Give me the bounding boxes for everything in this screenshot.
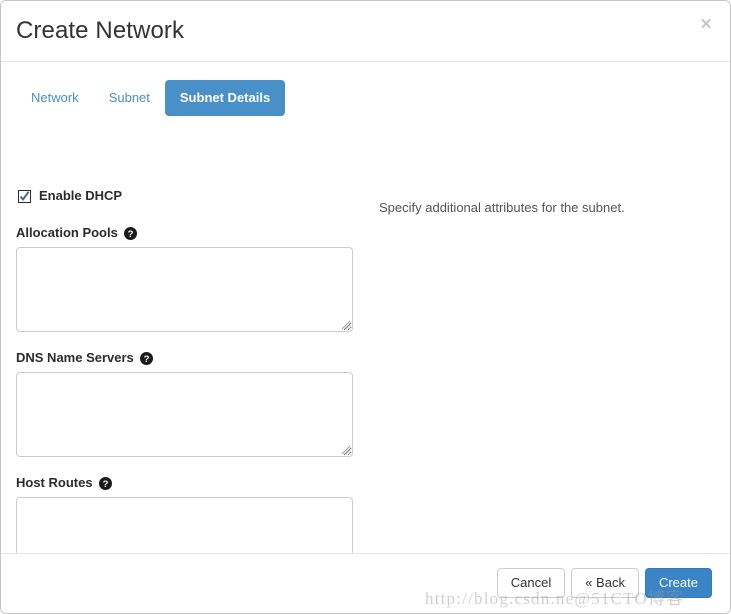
allocation-pools-label: Allocation Pools xyxy=(16,225,118,240)
footer-button-group: Cancel « Back Create xyxy=(496,568,712,598)
allocation-pools-input[interactable] xyxy=(16,247,353,332)
help-panel: Specify additional attributes for the su… xyxy=(379,199,709,217)
back-button[interactable]: « Back xyxy=(571,568,639,598)
create-button[interactable]: Create xyxy=(644,568,712,598)
cancel-button[interactable]: Cancel xyxy=(496,568,566,598)
dns-name-servers-input[interactable] xyxy=(16,372,353,457)
create-network-dialog: Create Network × Network Subnet Subnet D… xyxy=(0,0,731,614)
svg-text:?: ? xyxy=(143,354,149,365)
wizard-tabs: Network Subnet Subnet Details xyxy=(16,80,286,116)
help-panel-text: Specify additional attributes for the su… xyxy=(379,200,625,215)
dialog-body: Network Subnet Subnet Details Enable DHC… xyxy=(1,62,730,582)
allocation-pools-label-row: Allocation Pools ? xyxy=(16,225,353,241)
tab-subnet[interactable]: Subnet xyxy=(94,80,165,116)
checked-checkbox-icon[interactable] xyxy=(18,189,31,203)
dns-name-servers-input-wrap xyxy=(16,372,353,457)
dialog-header: Create Network × xyxy=(1,1,730,62)
host-routes-label-row: Host Routes ? xyxy=(16,475,353,491)
page-title: Create Network xyxy=(16,17,185,44)
question-mark-circle-icon[interactable]: ? xyxy=(139,351,153,365)
close-icon[interactable]: × xyxy=(695,14,717,36)
tab-network[interactable]: Network xyxy=(16,80,94,116)
dialog-footer: Cancel « Back Create xyxy=(1,553,730,613)
dns-name-servers-label-row: DNS Name Servers ? xyxy=(16,350,353,366)
svg-text:?: ? xyxy=(102,479,108,490)
enable-dhcp-row[interactable]: Enable DHCP xyxy=(16,187,353,205)
field-dns-name-servers: DNS Name Servers ? xyxy=(16,350,353,457)
question-mark-circle-icon[interactable]: ? xyxy=(98,476,112,490)
host-routes-label: Host Routes xyxy=(16,475,93,490)
enable-dhcp-label[interactable]: Enable DHCP xyxy=(39,188,122,204)
dns-name-servers-label: DNS Name Servers xyxy=(16,350,134,365)
tab-subnet-details[interactable]: Subnet Details xyxy=(164,80,286,116)
field-allocation-pools: Allocation Pools ? xyxy=(16,225,353,332)
svg-text:?: ? xyxy=(127,229,133,240)
allocation-pools-input-wrap xyxy=(16,247,353,332)
subnet-details-form: Enable DHCP Allocation Pools ? DNS Name … xyxy=(16,187,353,600)
question-mark-circle-icon[interactable]: ? xyxy=(123,226,137,240)
